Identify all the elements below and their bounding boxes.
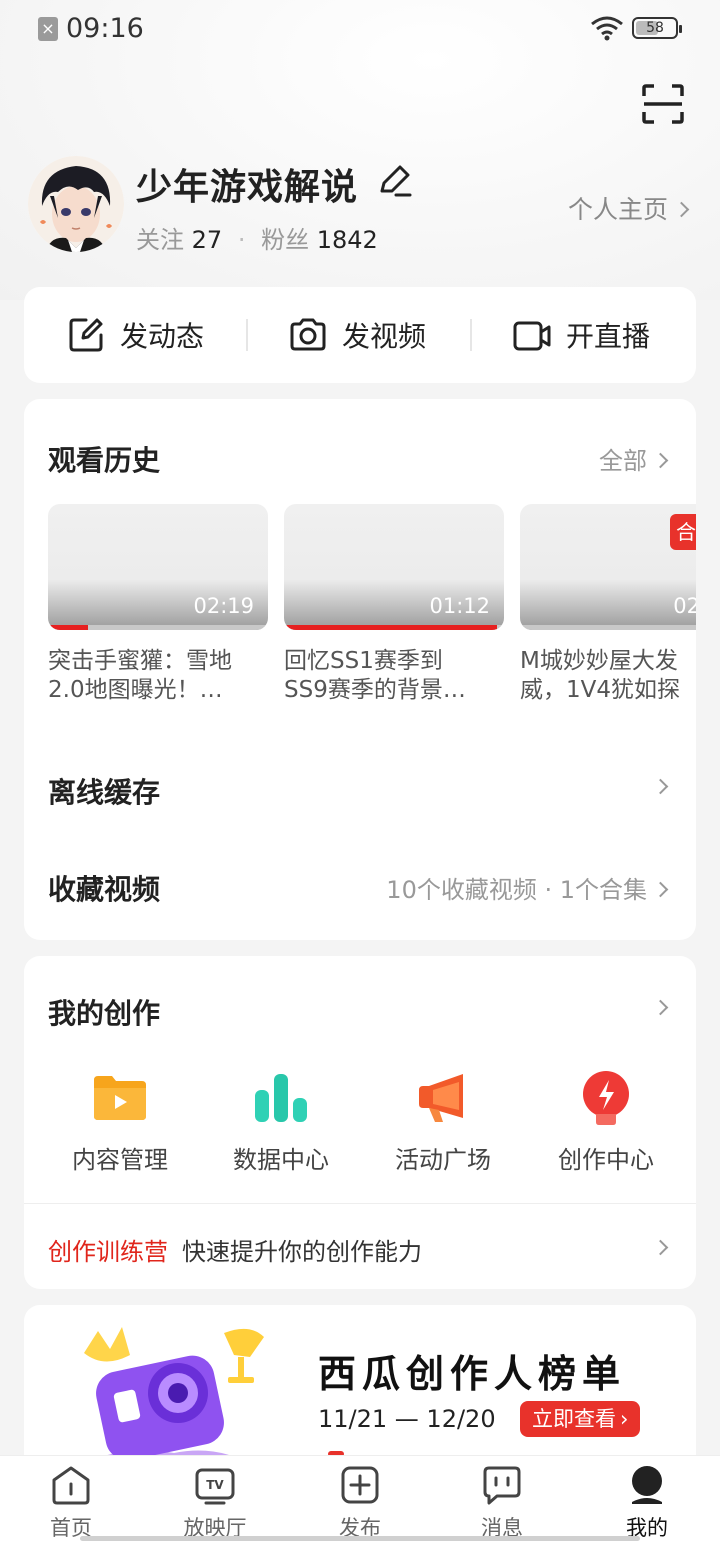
chevron-right-icon	[652, 452, 669, 468]
video-duration: 01:12	[429, 594, 490, 618]
tab-messages[interactable]: 消息	[452, 1464, 552, 1542]
post-moment-button[interactable]: 发动态	[66, 287, 204, 383]
tab-home[interactable]: 首页	[21, 1464, 121, 1542]
offline-cache-label: 离线缓存	[48, 776, 161, 809]
battery-level: 58	[646, 20, 664, 36]
view-now-button[interactable]: 立即查看 ›	[520, 1401, 640, 1437]
follow-stats: 关注 27 · 粉丝 1842	[136, 226, 378, 254]
bar-chart-icon	[255, 1074, 307, 1122]
personal-homepage-link[interactable]: 个人主页	[568, 190, 690, 226]
tab-profile[interactable]: 我的	[597, 1464, 697, 1542]
megaphone-icon	[419, 1074, 463, 1122]
history-video-thumbnail[interactable]: 01:12	[284, 504, 504, 630]
creator-training-camp-row[interactable]: 创作训练营 快速提升你的创作能力	[48, 1232, 422, 1267]
divider	[24, 1203, 696, 1204]
chevron-right-icon	[652, 881, 669, 897]
edit-square-icon	[69, 318, 103, 352]
status-bar: × 09:16 58	[0, 0, 720, 60]
history-video-title[interactable]: M城妙妙屋大发 威，1V4犹如探	[520, 647, 696, 705]
notification-icon: ×	[38, 17, 58, 41]
folder-play-icon	[94, 1076, 146, 1120]
banner-date-range: 11/21 — 12/20	[318, 1405, 496, 1433]
wifi-icon	[591, 16, 623, 41]
camera-icon	[290, 318, 326, 351]
tab-publish[interactable]: 发布	[310, 1464, 410, 1542]
video-camera-icon	[513, 321, 551, 351]
video-duration: 02	[673, 594, 696, 618]
home-icon	[52, 1466, 90, 1505]
scan-icon[interactable]	[642, 84, 684, 124]
divider	[246, 319, 248, 351]
activity-square-label: 活动广场	[395, 1146, 491, 1174]
view-now-label: 立即查看	[532, 1407, 616, 1431]
following-count[interactable]: 27	[192, 226, 223, 254]
creation-title: 我的创作	[48, 997, 161, 1030]
training-camp-chevron[interactable]	[647, 1234, 669, 1262]
data-center-button[interactable]: 数据中心	[206, 1068, 356, 1175]
history-all-label: 全部	[599, 447, 647, 475]
my-creation-card: 我的创作 内容管理 数据中心 活动广场 创作中心 创作训练营 快速提升你的创作能…	[24, 956, 696, 1289]
following-label: 关注	[136, 226, 184, 254]
content-management-label: 内容管理	[72, 1146, 168, 1174]
post-moment-label: 发动态	[120, 320, 205, 353]
add-icon	[341, 1466, 379, 1504]
history-video-thumbnail[interactable]: 合 02	[520, 504, 696, 630]
lightning-bulb-icon	[583, 1071, 629, 1125]
creator-center-button[interactable]: 创作中心	[531, 1068, 681, 1175]
go-live-label: 开直播	[566, 320, 651, 353]
history-all-link[interactable]: 全部	[599, 441, 669, 476]
tv-icon: TV	[195, 1468, 235, 1505]
collection-badge: 合	[670, 514, 696, 550]
data-center-label: 数据中心	[233, 1146, 329, 1174]
video-duration: 02:19	[193, 594, 254, 618]
status-time: 09:16	[66, 13, 144, 44]
edit-name-icon[interactable]	[376, 163, 412, 199]
chevron-right-icon	[652, 999, 669, 1015]
history-video-title[interactable]: 突击手蜜獾：雪地 2.0地图曝光！…	[48, 647, 264, 705]
watch-progress-bar	[284, 625, 498, 630]
message-icon	[483, 1466, 521, 1505]
divider	[470, 319, 472, 351]
post-video-button[interactable]: 发视频	[288, 287, 426, 383]
training-camp-text: 快速提升你的创作能力	[182, 1238, 422, 1266]
svg-text:TV: TV	[206, 1478, 224, 1492]
homepage-link-label: 个人主页	[568, 195, 669, 224]
bottom-tab-bar: 首页 TV 放映厅 发布 消息 我的	[0, 1455, 720, 1544]
post-video-label: 发视频	[342, 320, 427, 353]
tab-theater[interactable]: TV 放映厅	[165, 1464, 265, 1542]
favorites-label: 收藏视频	[48, 873, 161, 906]
post-actions-card: 发动态 发视频 开直播	[24, 287, 696, 383]
chevron-right-icon	[652, 778, 669, 794]
creation-more-link[interactable]	[647, 994, 669, 1022]
chevron-right-icon	[673, 201, 690, 217]
history-video-thumbnail[interactable]: 02:19	[48, 504, 268, 630]
battery-indicator: 58	[632, 17, 682, 39]
banner-title: 西瓜创作人榜单	[318, 1352, 627, 1396]
training-camp-label: 创作训练营	[48, 1238, 168, 1266]
profile-icon	[632, 1466, 662, 1504]
content-management-button[interactable]: 内容管理	[45, 1068, 195, 1175]
watch-history-card: 观看历史 全部 02:19 突击手蜜獾：雪地 2.0地图曝光！… 01:12 回…	[24, 399, 696, 940]
chevron-right-icon	[652, 1239, 669, 1255]
favorites-row[interactable]: 收藏视频 10个收藏视频 · 1个合集	[24, 850, 696, 920]
activity-square-button[interactable]: 活动广场	[368, 1068, 518, 1175]
offline-cache-row[interactable]: 离线缓存	[24, 753, 696, 823]
followers-label: 粉丝	[261, 226, 310, 254]
go-live-button[interactable]: 开直播	[512, 287, 650, 383]
followers-count[interactable]: 1842	[317, 226, 378, 254]
home-indicator	[80, 1536, 640, 1541]
avatar[interactable]	[28, 156, 124, 252]
history-video-title[interactable]: 回忆SS1赛季到 SS9赛季的背景…	[284, 647, 500, 705]
favorites-summary: 10个收藏视频 · 1个合集	[386, 876, 647, 904]
watch-progress-bar	[48, 625, 88, 630]
creator-center-label: 创作中心	[558, 1146, 654, 1174]
username: 少年游戏解说	[136, 167, 359, 208]
history-title: 观看历史	[48, 444, 161, 477]
